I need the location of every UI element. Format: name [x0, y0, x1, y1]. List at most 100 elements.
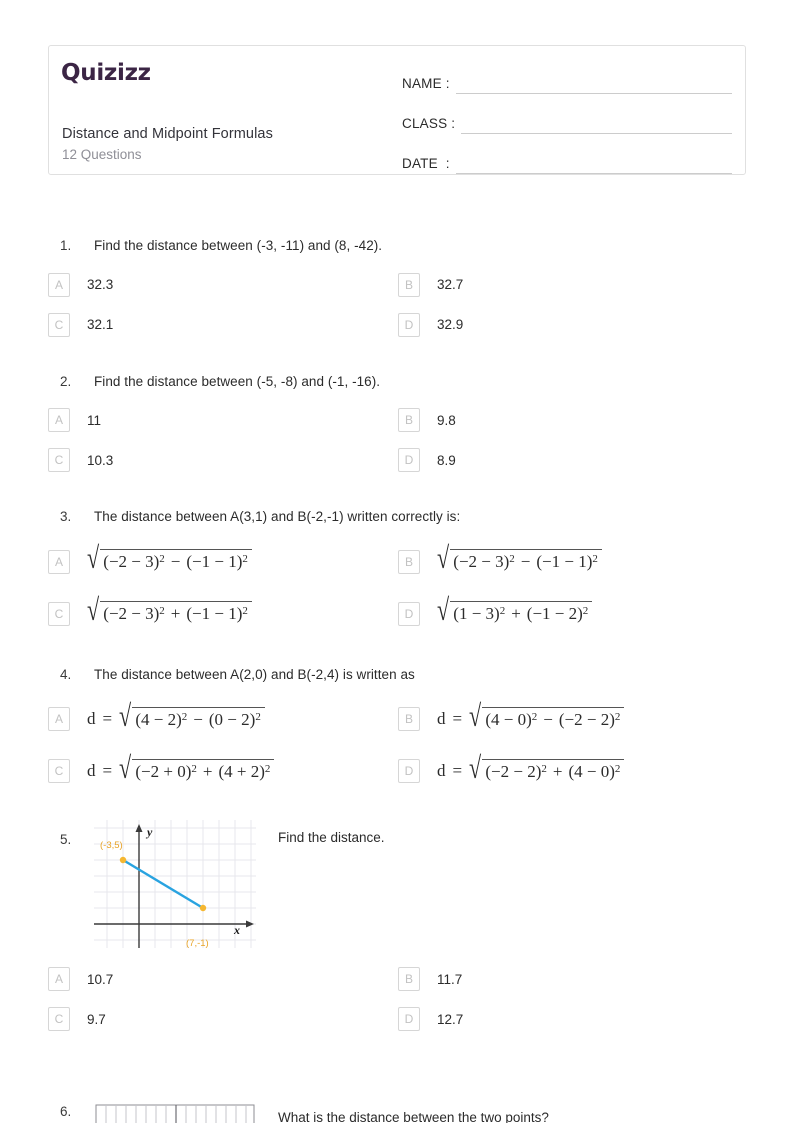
- option-a-letter: A: [48, 707, 70, 732]
- option-c-text: 9.7: [87, 1011, 106, 1027]
- question-2-options: A 11 B 9.8 C 10.3 D 8.9: [48, 405, 748, 475]
- math-operator: −: [193, 709, 203, 729]
- option-a[interactable]: A 11: [48, 405, 398, 435]
- math-lhs: d: [437, 709, 446, 729]
- option-b[interactable]: B d = √ (4 − 0) 2 − (−2 − 2) 2: [398, 701, 748, 734]
- question-3-options: A √ (−2 − 3) 2 − (−1 − 1) 2 B √ (−2 − 3)…: [48, 543, 748, 629]
- option-d-text: √ (1 − 3) 2 + (−1 − 2) 2: [437, 595, 593, 626]
- option-c-letter: C: [48, 312, 70, 337]
- option-d-letter: D: [398, 448, 420, 473]
- math-operator: −: [170, 552, 181, 572]
- question-2: 2. Find the distance between (-5, -8) an…: [48, 364, 748, 476]
- math-term-2: (−1 − 2): [526, 604, 583, 624]
- option-b-text: 9.8: [437, 412, 456, 428]
- math-term-2: (4 − 0): [568, 761, 615, 781]
- question-5-number: 5.: [60, 832, 72, 848]
- math-operator: +: [511, 604, 521, 624]
- math-term-2: (−2 − 2): [558, 709, 615, 729]
- math-term-1: (−2 − 3): [103, 552, 160, 572]
- option-c-letter: C: [48, 601, 70, 626]
- question-count: 12 Questions: [62, 147, 142, 162]
- math-term-1: (−2 − 3): [453, 552, 510, 572]
- option-a[interactable]: A 32.3: [48, 270, 398, 300]
- option-d[interactable]: D √ (1 − 3) 2 + (−1 − 2) 2: [398, 595, 748, 629]
- question-3-text: The distance between A(3,1) and B(-2,-1)…: [94, 509, 461, 525]
- option-c-text: d = √ (−2 + 0) 2 + (4 + 2) 2: [87, 753, 275, 784]
- question-6-ruler-image: [94, 1104, 256, 1123]
- option-d[interactable]: D d = √ (−2 − 2) 2 + (4 − 0) 2: [398, 753, 748, 786]
- option-b-text: √ (−2 − 3) 2 − (−1 − 1) 2: [437, 543, 602, 574]
- coordinate-graph-svg: (-3,5) (7,-1) y x: [94, 820, 256, 949]
- math-operator: −: [543, 709, 553, 729]
- math-term-1: (−2 − 3): [103, 604, 160, 624]
- graph-point-2-label: (7,-1): [186, 938, 209, 948]
- worksheet-header-card: Quizizz Distance and Midpoint Formulas 1…: [48, 45, 746, 175]
- question-5-header: 5. (-3,5) (7,-1) y x Find the distance.: [48, 812, 748, 949]
- page-title: Distance and Midpoint Formulas: [62, 126, 273, 142]
- option-c[interactable]: C 10.3: [48, 445, 398, 475]
- option-d[interactable]: D 32.9: [398, 310, 748, 340]
- question-3-number: 3.: [60, 509, 72, 525]
- math-lhs: d: [437, 761, 446, 781]
- question-1-text: Find the distance between (-3, -11) and …: [94, 238, 383, 253]
- math-operator: +: [552, 761, 563, 781]
- header-fields: NAME : CLASS : DATE :: [402, 62, 732, 182]
- option-a-letter: A: [48, 272, 70, 297]
- option-a-text: 32.3: [87, 277, 114, 293]
- math-lhs: d: [87, 761, 96, 781]
- class-input[interactable]: [461, 112, 732, 134]
- option-c[interactable]: C √ (−2 − 3) 2 + (−1 − 1) 2: [48, 595, 398, 629]
- question-3-header: 3. The distance between A(3,1) and B(-2,…: [48, 499, 748, 527]
- option-b[interactable]: B 32.7: [398, 270, 748, 300]
- option-b-letter: B: [398, 707, 420, 732]
- graph-segment: [122, 859, 204, 910]
- question-6-number: 6.: [60, 1104, 72, 1119]
- option-d-text: 8.9: [437, 452, 456, 468]
- option-a-letter: A: [48, 967, 70, 992]
- date-input[interactable]: [455, 152, 732, 174]
- option-c[interactable]: C 9.7: [48, 1004, 398, 1034]
- option-c-text: √ (−2 − 3) 2 + (−1 − 1) 2: [87, 595, 252, 626]
- option-c-letter: C: [48, 759, 70, 784]
- option-d[interactable]: D 12.7: [398, 1004, 748, 1034]
- math-operator: +: [202, 761, 213, 781]
- option-a-text: d = √ (4 − 2) 2 − (0 − 2) 2: [87, 701, 265, 732]
- option-b-text: 32.7: [437, 277, 464, 293]
- graph-y-axis-label: y: [145, 825, 153, 839]
- option-c-letter: C: [48, 1007, 70, 1032]
- question-4-options: A d = √ (4 − 2) 2 − (0 − 2) 2 B d = √ (4…: [48, 701, 748, 786]
- graph-point-1: [119, 857, 127, 864]
- class-field-row: CLASS :: [402, 102, 732, 134]
- question-6-partial: 6. What is the distance between the two …: [48, 1104, 748, 1123]
- math-term-1: (1 − 3): [453, 604, 500, 624]
- option-c[interactable]: C 32.1: [48, 310, 398, 340]
- option-a-letter: A: [48, 408, 70, 433]
- name-input[interactable]: [455, 72, 732, 94]
- option-d-text: 12.7: [437, 1011, 464, 1027]
- name-field-row: NAME :: [402, 62, 732, 94]
- option-a-text: √ (−2 − 3) 2 − (−1 − 1) 2: [87, 543, 252, 574]
- option-b-letter: B: [398, 272, 420, 297]
- option-c-text: 32.1: [87, 317, 114, 333]
- option-b[interactable]: B 9.8: [398, 405, 748, 435]
- math-term-2: (−1 − 1): [536, 552, 593, 572]
- question-1-options: A 32.3 B 32.7 C 32.1 D 32.9: [48, 270, 748, 340]
- question-1-number: 1.: [60, 238, 72, 253]
- math-term-1: (4 − 0): [485, 709, 532, 729]
- option-b[interactable]: B √ (−2 − 3) 2 − (−1 − 1) 2: [398, 543, 748, 577]
- question-5-options: A 10.7 B 11.7 C 9.7 D 12.7: [48, 964, 748, 1034]
- option-d[interactable]: D 8.9: [398, 445, 748, 475]
- name-field-label: NAME :: [402, 76, 450, 91]
- option-a-letter: A: [48, 549, 70, 574]
- math-term-1: (−2 + 0): [135, 761, 192, 781]
- math-term-2: (0 − 2): [208, 709, 256, 729]
- option-a[interactable]: A 10.7: [48, 964, 398, 994]
- option-a[interactable]: A d = √ (4 − 2) 2 − (0 − 2) 2: [48, 701, 398, 734]
- option-c-letter: C: [48, 448, 70, 473]
- question-5-text: Find the distance.: [278, 830, 385, 846]
- option-a[interactable]: A √ (−2 − 3) 2 − (−1 − 1) 2: [48, 543, 398, 577]
- math-term-1: (−2 − 2): [485, 761, 542, 781]
- option-c[interactable]: C d = √ (−2 + 0) 2 + (4 + 2) 2: [48, 753, 398, 786]
- option-b-letter: B: [398, 408, 420, 433]
- option-b[interactable]: B 11.7: [398, 964, 748, 994]
